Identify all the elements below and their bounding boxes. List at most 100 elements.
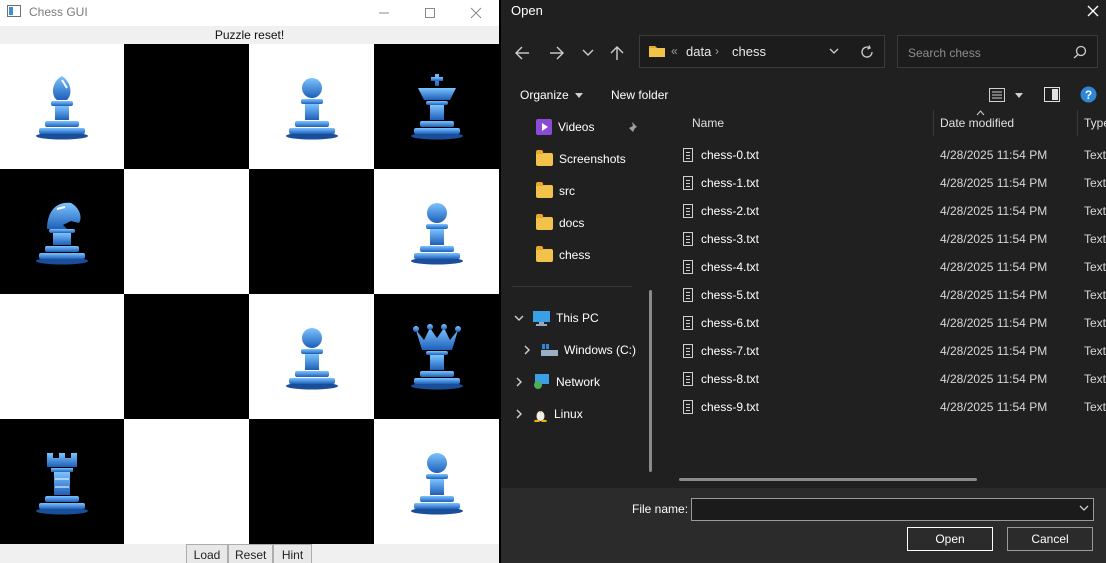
pin-icon bbox=[629, 122, 638, 132]
board-square[interactable] bbox=[0, 294, 124, 419]
column-divider[interactable] bbox=[1077, 110, 1078, 136]
nav-label: chess bbox=[559, 248, 591, 262]
file-name-combobox[interactable] bbox=[691, 498, 1094, 521]
chevron-down-icon[interactable] bbox=[1079, 505, 1089, 512]
board-square[interactable] bbox=[374, 44, 499, 169]
file-type: Text bbox=[1084, 260, 1106, 274]
board-square[interactable] bbox=[0, 419, 124, 544]
board-square[interactable] bbox=[249, 169, 374, 294]
close-button[interactable] bbox=[453, 0, 499, 26]
breadcrumb-data[interactable]: data bbox=[686, 44, 711, 59]
board-square[interactable] bbox=[0, 44, 124, 169]
arrow-right-icon bbox=[550, 46, 564, 60]
queen-icon bbox=[410, 323, 463, 389]
dialog-close-button[interactable] bbox=[1080, 0, 1106, 22]
minimize-button[interactable] bbox=[361, 0, 407, 26]
back-button[interactable] bbox=[511, 43, 533, 63]
column-divider[interactable] bbox=[933, 110, 934, 136]
open-button[interactable]: Open bbox=[907, 527, 993, 551]
board-square[interactable] bbox=[249, 419, 374, 544]
view-options-icon[interactable] bbox=[989, 88, 1005, 102]
board-square[interactable] bbox=[249, 44, 374, 169]
chevron-right-icon[interactable] bbox=[521, 344, 533, 356]
board-square[interactable] bbox=[124, 169, 249, 294]
file-row[interactable]: chess-1.txt 4/28/2025 11:54 PM Text bbox=[671, 169, 1106, 197]
svg-text:?: ? bbox=[1085, 88, 1092, 102]
file-date: 4/28/2025 11:54 PM bbox=[940, 344, 1048, 358]
file-row[interactable]: chess-4.txt 4/28/2025 11:54 PM Text bbox=[671, 253, 1106, 281]
forward-button[interactable] bbox=[546, 43, 568, 63]
board-square[interactable] bbox=[124, 294, 249, 419]
nav-src[interactable]: src bbox=[536, 177, 575, 205]
nav-scrollbar[interactable] bbox=[649, 290, 652, 472]
text-file-icon bbox=[683, 204, 693, 218]
file-type: Text bbox=[1084, 148, 1106, 162]
nav-network[interactable]: Network bbox=[513, 368, 600, 396]
column-header-type[interactable]: Type bbox=[1084, 116, 1106, 130]
nav-docs[interactable]: docs bbox=[536, 209, 584, 237]
file-name-input[interactable] bbox=[696, 501, 1070, 520]
organize-menu[interactable]: Organize bbox=[520, 88, 583, 102]
chevron-right-icon[interactable] bbox=[513, 376, 525, 388]
preview-pane-icon[interactable] bbox=[1044, 87, 1060, 102]
chevron-down-icon[interactable] bbox=[829, 48, 839, 55]
text-file-icon bbox=[683, 232, 693, 246]
board-square[interactable] bbox=[249, 294, 374, 419]
file-row[interactable]: chess-7.txt 4/28/2025 11:54 PM Text bbox=[671, 337, 1106, 365]
file-name: chess-7.txt bbox=[701, 344, 760, 358]
close-icon bbox=[1087, 5, 1099, 17]
file-row[interactable]: chess-6.txt 4/28/2025 11:54 PM Text bbox=[671, 309, 1106, 337]
maximize-button[interactable] bbox=[407, 0, 453, 26]
up-button[interactable] bbox=[606, 43, 628, 63]
help-icon[interactable]: ? bbox=[1080, 86, 1097, 103]
chevron-right-icon[interactable] bbox=[513, 408, 525, 420]
nav-linux[interactable]: Linux bbox=[513, 400, 583, 428]
address-bar[interactable]: « data › chess bbox=[639, 35, 885, 68]
column-header-date[interactable]: Date modified bbox=[940, 116, 1014, 130]
file-row[interactable]: chess-8.txt 4/28/2025 11:54 PM Text bbox=[671, 365, 1106, 393]
board-square[interactable] bbox=[374, 419, 499, 544]
nav-videos[interactable]: Videos bbox=[536, 113, 640, 141]
chevron-down-icon[interactable] bbox=[513, 312, 525, 324]
breadcrumb-overflow-icon[interactable]: « bbox=[671, 44, 678, 58]
board-square[interactable] bbox=[374, 294, 499, 419]
text-file-icon bbox=[683, 288, 693, 302]
recent-locations-button[interactable] bbox=[577, 43, 599, 63]
file-row[interactable]: chess-2.txt 4/28/2025 11:54 PM Text bbox=[671, 197, 1106, 225]
file-row[interactable]: chess-5.txt 4/28/2025 11:54 PM Text bbox=[671, 281, 1106, 309]
file-row[interactable]: chess-9.txt 4/28/2025 11:54 PM Text bbox=[671, 393, 1106, 421]
board-square[interactable] bbox=[0, 169, 124, 294]
file-name: chess-3.txt bbox=[701, 232, 760, 246]
nav-label: docs bbox=[559, 216, 585, 230]
reset-button[interactable]: Reset bbox=[228, 544, 273, 563]
chevron-down-icon bbox=[582, 49, 594, 56]
file-name: chess-4.txt bbox=[701, 260, 760, 274]
nav-windows-c[interactable]: Windows (C:) bbox=[521, 336, 636, 364]
nav-screenshots[interactable]: Screenshots bbox=[536, 145, 626, 173]
cancel-button[interactable]: Cancel bbox=[1007, 527, 1093, 551]
file-row[interactable]: chess-3.txt 4/28/2025 11:54 PM Text bbox=[671, 225, 1106, 253]
breadcrumb-chess[interactable]: chess bbox=[732, 44, 766, 59]
board-square[interactable] bbox=[374, 169, 499, 294]
nav-divider bbox=[512, 286, 632, 287]
horizontal-scrollbar[interactable] bbox=[679, 478, 977, 481]
search-box[interactable] bbox=[897, 35, 1098, 68]
file-type: Text bbox=[1084, 400, 1106, 414]
board-square[interactable] bbox=[124, 419, 249, 544]
load-button[interactable]: Load bbox=[186, 544, 228, 563]
file-row[interactable]: chess-0.txt 4/28/2025 11:54 PM Text bbox=[671, 141, 1106, 169]
rook-icon bbox=[36, 452, 88, 514]
nav-chess[interactable]: chess bbox=[536, 241, 590, 269]
nav-this-pc[interactable]: This PC bbox=[513, 304, 599, 332]
file-name: chess-0.txt bbox=[701, 148, 760, 162]
refresh-icon[interactable] bbox=[860, 45, 874, 59]
column-header-name[interactable]: Name bbox=[692, 116, 724, 130]
hint-button[interactable]: Hint bbox=[273, 544, 312, 563]
open-dialog: Open « data › chess Search chess Organiz… bbox=[501, 0, 1106, 563]
new-folder-button[interactable]: New folder bbox=[611, 88, 668, 102]
caret-down-icon[interactable] bbox=[1015, 93, 1023, 98]
board-square[interactable] bbox=[124, 44, 249, 169]
file-type: Text bbox=[1084, 316, 1106, 330]
text-file-icon bbox=[683, 316, 693, 330]
search-input[interactable] bbox=[906, 43, 1070, 63]
